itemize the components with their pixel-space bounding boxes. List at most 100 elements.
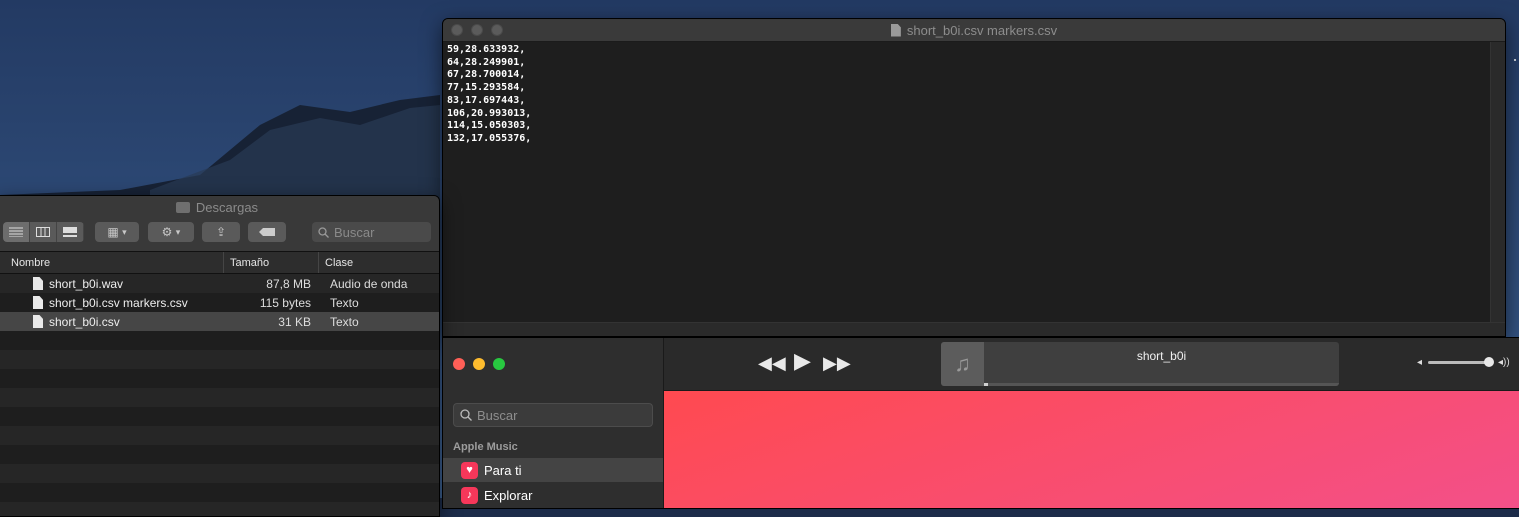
empty-row [0, 483, 439, 502]
textedit-titlebar[interactable]: short_b0i.csv markers.csv [443, 19, 1505, 42]
text-file-icon [33, 315, 43, 328]
search-icon [318, 226, 329, 238]
text-content[interactable]: 59,28.633932, 64,28.249901, 67,28.700014… [443, 42, 1491, 323]
empty-row [0, 388, 439, 407]
volume-high-icon: ◂)) [1498, 357, 1510, 368]
column-header-size[interactable]: Tamaño [224, 252, 319, 273]
file-row[interactable]: short_b0i.csv 31 KB Texto [0, 312, 439, 331]
file-size: 31 KB [278, 314, 311, 329]
empty-row [0, 464, 439, 483]
audio-file-icon [33, 277, 43, 290]
music-note-icon: ♪ [461, 486, 478, 504]
column-view-button[interactable] [30, 222, 57, 242]
minimize-button[interactable] [471, 24, 483, 36]
file-row[interactable]: short_b0i.csv markers.csv 115 bytes Text… [0, 293, 439, 312]
column-header-kind[interactable]: Clase [319, 252, 439, 273]
music-search-field[interactable]: Buscar [453, 403, 653, 427]
playback-progress[interactable] [984, 383, 1339, 386]
now-playing-title: short_b0i [1136, 349, 1187, 363]
window-controls [451, 24, 503, 36]
action-button[interactable]: ⚙ ▾ [148, 222, 194, 242]
list-icon [9, 227, 23, 237]
text-line: 132,17.055376, [447, 132, 532, 144]
file-name: short_b0i.csv [49, 314, 120, 329]
close-button[interactable] [451, 24, 463, 36]
rewind-icon: ◀◀ [758, 353, 786, 373]
text-line: 64,28.249901, [447, 56, 526, 68]
sidebar-item-explorar[interactable]: ♪ Explorar [443, 483, 663, 507]
search-placeholder: Buscar [477, 407, 518, 423]
gallery-view-button[interactable] [57, 222, 84, 242]
file-row[interactable]: short_b0i.wav 87,8 MB Audio de onda [0, 274, 439, 293]
document-icon [890, 23, 901, 37]
finder-toolbar: Descargas ▦ ▾ ⚙ ▾ ⇪ Buscar [0, 196, 439, 252]
now-playing-display[interactable]: ♫ short_b0i [941, 342, 1339, 386]
text-line: 106,20.993013, [447, 107, 532, 119]
playback-progress-fill [984, 383, 988, 386]
volume-control: ◂ ◂)) [1417, 357, 1510, 368]
rewind-button[interactable]: ◀◀ [758, 353, 786, 373]
music-note-icon: ♫ [941, 342, 984, 386]
volume-slider-knob[interactable] [1483, 357, 1494, 367]
grid-icon: ▦ [107, 225, 119, 239]
zoom-button[interactable] [491, 24, 503, 36]
columns-icon [36, 227, 50, 237]
player-bar: ◀◀ ▶ ▶▶ ♫ short_b0i ◂ ◂)) [664, 338, 1519, 391]
file-name: short_b0i.csv markers.csv [49, 295, 188, 310]
textedit-window[interactable]: short_b0i.csv markers.csv 59,28.633932, … [442, 18, 1506, 337]
file-name: short_b0i.wav [49, 276, 124, 291]
vertical-scrollbar[interactable] [1490, 42, 1505, 323]
heart-icon: ♥ [461, 461, 478, 479]
file-size: 87,8 MB [266, 276, 311, 291]
finder-title-text: Descargas [195, 200, 259, 215]
tags-button[interactable] [248, 222, 286, 242]
empty-row [0, 369, 439, 388]
file-kind: Audio de onda [330, 276, 408, 291]
music-sidebar: Buscar Apple Music ♥ Para ti ♪ Explorar [443, 338, 664, 508]
empty-row [0, 502, 439, 516]
search-field[interactable]: Buscar [312, 222, 431, 242]
for-you-hero-banner [664, 391, 1519, 508]
sidebar-item-label: Explorar [484, 487, 533, 503]
search-placeholder: Buscar [334, 224, 375, 240]
group-button[interactable]: ▦ ▾ [95, 222, 139, 242]
text-file-icon [33, 296, 43, 309]
list-view-button[interactable] [3, 222, 30, 242]
music-window[interactable]: Buscar Apple Music ♥ Para ti ♪ Explorar … [442, 337, 1519, 509]
volume-slider[interactable] [1428, 357, 1494, 367]
file-list: short_b0i.wav 87,8 MB Audio de onda shor… [0, 274, 439, 516]
sidebar-section-label: Apple Music [453, 441, 518, 453]
text-line: 83,17.697443, [447, 94, 526, 106]
gallery-icon [63, 227, 77, 237]
fast-forward-button[interactable]: ▶▶ [823, 353, 851, 373]
chevron-down-icon: ▾ [122, 226, 127, 237]
minimize-button[interactable] [473, 358, 485, 370]
play-icon: ▶ [794, 348, 811, 373]
sidebar-item-label: Para ti [484, 462, 522, 478]
finder-title: Descargas [0, 200, 439, 215]
text-line: 77,15.293584, [447, 82, 526, 94]
folder-icon [175, 202, 190, 213]
column-header-name[interactable]: Nombre [0, 252, 224, 273]
horizontal-scrollbar[interactable] [443, 322, 1505, 336]
tag-icon [259, 228, 275, 236]
text-line: 59,28.633932, [447, 44, 526, 55]
text-line: 67,28.700014, [447, 69, 526, 81]
share-icon: ⇪ [215, 225, 227, 239]
window-controls [453, 358, 505, 370]
volume-low-icon: ◂ [1417, 357, 1423, 368]
view-mode-control [3, 222, 84, 242]
empty-row [0, 331, 439, 350]
zoom-button[interactable] [493, 358, 505, 370]
sidebar-item-para-ti[interactable]: ♥ Para ti [443, 458, 663, 482]
search-icon [460, 409, 472, 421]
finder-window[interactable]: Descargas ▦ ▾ ⚙ ▾ ⇪ Buscar Nombre Tamaño… [0, 195, 440, 517]
empty-row [0, 407, 439, 426]
gear-icon: ⚙ [161, 225, 173, 239]
file-size: 115 bytes [259, 295, 311, 310]
share-button[interactable]: ⇪ [202, 222, 240, 242]
close-button[interactable] [453, 358, 465, 370]
file-kind: Texto [330, 314, 359, 329]
empty-row [0, 350, 439, 369]
play-button[interactable]: ▶ [794, 348, 811, 373]
